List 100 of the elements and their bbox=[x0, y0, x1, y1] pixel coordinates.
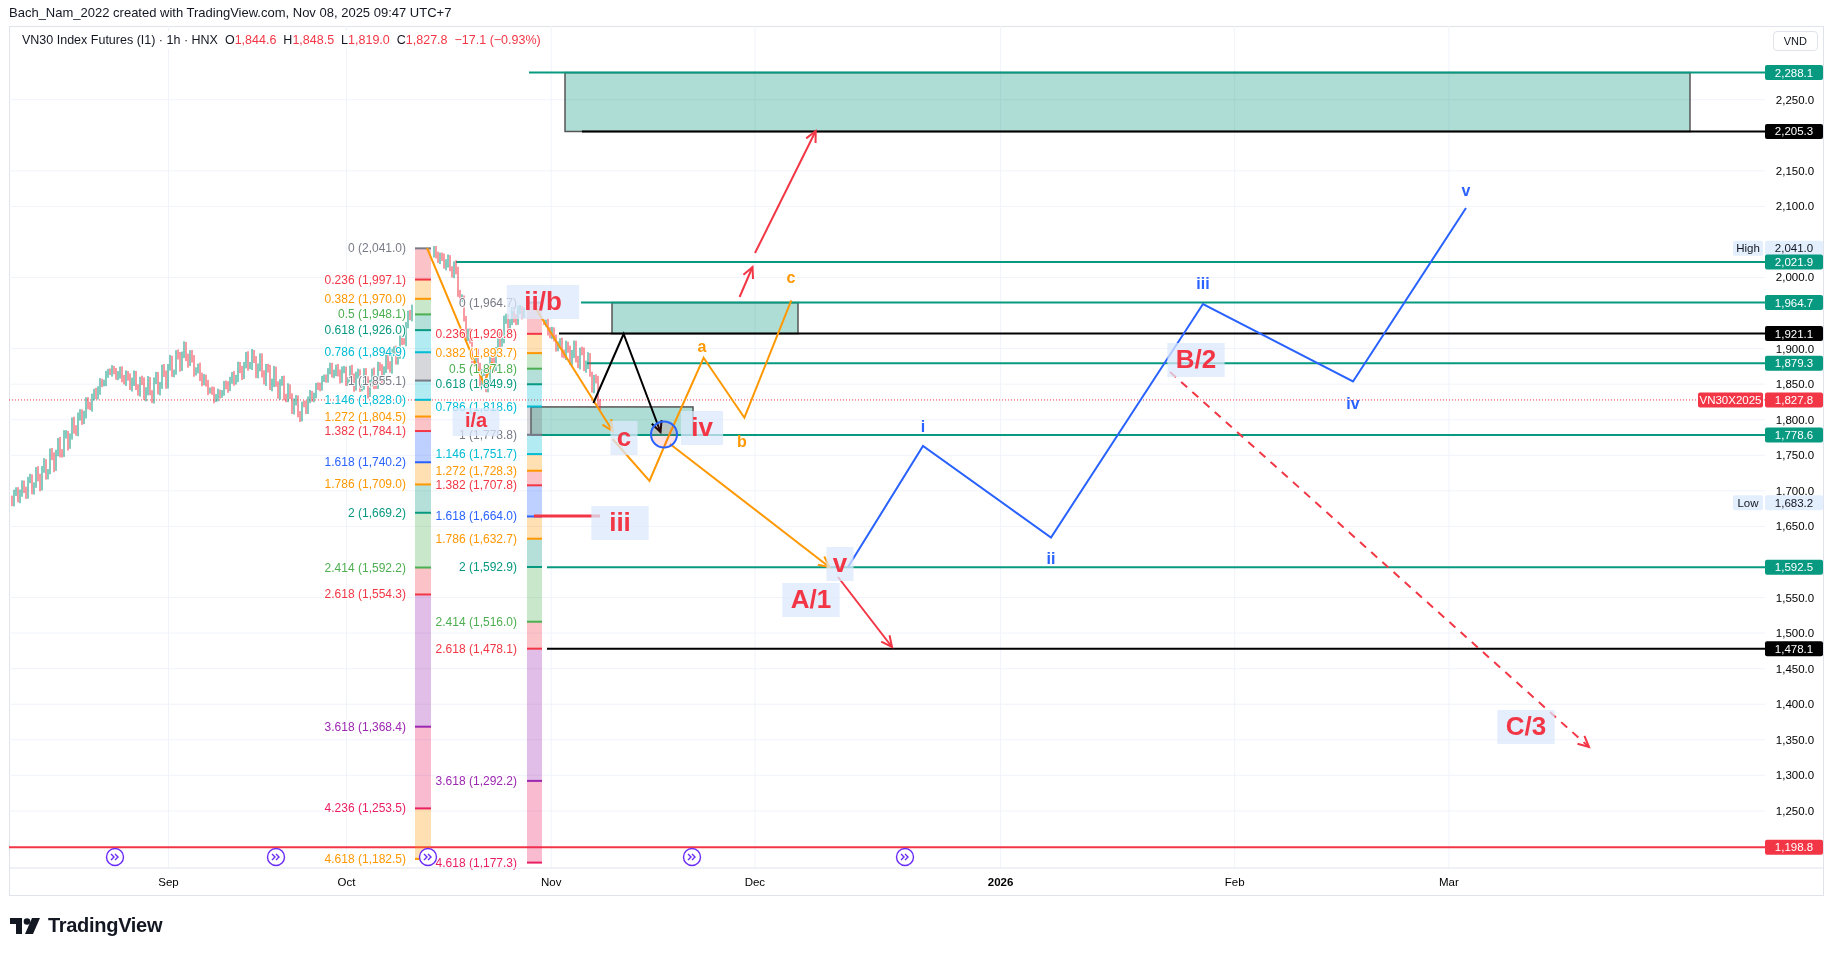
price-label: 1,478.1 bbox=[1765, 641, 1823, 657]
fib-level-label: 1.618 (1,740.2) bbox=[324, 455, 406, 470]
fib-level-label: 2.414 (1,516.0) bbox=[435, 614, 517, 629]
symbol-title[interactable]: VN30 Index Futures (I1) · 1h · HNX bbox=[22, 33, 218, 47]
logo-icon bbox=[10, 917, 42, 934]
event-marker-icon[interactable] bbox=[682, 847, 702, 867]
fib-level-label: 1.618 (1,664.0) bbox=[435, 509, 517, 524]
price-axis-label: 1,500.0 bbox=[1775, 627, 1815, 640]
fib-level-label: 2 (1,669.2) bbox=[347, 505, 406, 520]
fib-level-label: 1.786 (1,632.7) bbox=[435, 531, 517, 546]
wave-label[interactable]: ii/b bbox=[524, 286, 562, 316]
price-change: −17.1 (−0.93%) bbox=[454, 33, 541, 47]
event-marker-icon[interactable] bbox=[266, 847, 286, 867]
ohlc-value: O1,844.6 bbox=[224, 33, 277, 47]
price-label: 1,683.2 bbox=[1765, 495, 1823, 511]
price-axis-label: 2,100.0 bbox=[1775, 200, 1815, 213]
level-line[interactable] bbox=[546, 647, 1766, 650]
wave-label[interactable]: A/1 bbox=[790, 584, 832, 614]
fibonacci-bar-drawing[interactable] bbox=[414, 247, 432, 860]
level-line[interactable] bbox=[558, 332, 1766, 335]
fib-level-label: 0.382 (1,970.0) bbox=[324, 291, 406, 306]
fib-level-label: 4.618 (1,177.3) bbox=[435, 855, 517, 870]
fib-level-label: 0.618 (1,849.9) bbox=[435, 377, 517, 392]
time-axis-label: Feb bbox=[1224, 876, 1245, 888]
ohlc-value: C1,827.8 bbox=[396, 33, 448, 47]
time-axis-label: 2026 bbox=[987, 876, 1014, 888]
target-circle[interactable] bbox=[650, 420, 678, 449]
fib-level-label: 1.272 (1,804.5) bbox=[324, 409, 406, 424]
price-axis-label: 2,250.0 bbox=[1775, 93, 1815, 106]
fib-level-label: 2.618 (1,554.3) bbox=[324, 587, 406, 602]
price-axis-label: 1,550.0 bbox=[1775, 591, 1815, 604]
fib-level-label: 0.618 (1,926.0) bbox=[324, 323, 406, 338]
wave-label[interactable]: a bbox=[697, 338, 707, 355]
price-label: 1,778.6 bbox=[1765, 427, 1823, 443]
price-label: 1,592.5 bbox=[1765, 559, 1823, 575]
fib-level-label: 0 (2,041.0) bbox=[347, 241, 406, 256]
label-background bbox=[610, 421, 638, 455]
price-axis-label: 1,450.0 bbox=[1775, 662, 1815, 675]
price-label: 1,827.8 bbox=[1765, 392, 1823, 408]
price-axis-label: 1,400.0 bbox=[1775, 698, 1815, 711]
label-background bbox=[680, 411, 724, 445]
wave-label[interactable]: C/3 bbox=[1505, 711, 1547, 741]
price-axis-label: 1,350.0 bbox=[1775, 733, 1815, 746]
price-axis-label: 1,650.0 bbox=[1775, 520, 1815, 533]
price-label: 2,021.9 bbox=[1765, 254, 1823, 270]
chart-credit: Bach_Nam_2022 created with TradingView.com, Nov 08, 2025 09:47 UTC+7 bbox=[8, 4, 453, 22]
label-background bbox=[1167, 343, 1225, 377]
price-label: 1,879.3 bbox=[1765, 355, 1823, 371]
fib-level-label: 2.618 (1,478.1) bbox=[435, 641, 517, 656]
price-axis-label: 1,900.0 bbox=[1775, 342, 1815, 355]
fib-level-label: 4.618 (1,182.5) bbox=[324, 851, 406, 866]
label-background bbox=[782, 583, 840, 617]
fib-level-label: 0.5 (1,948.1) bbox=[337, 307, 406, 322]
zone-rectangle[interactable] bbox=[611, 301, 799, 335]
fib-level-label: 1.146 (1,751.7) bbox=[435, 447, 517, 462]
extreme-label: High bbox=[1733, 240, 1763, 256]
time-axis-label: Mar bbox=[1439, 876, 1459, 888]
fib-level-label: 1.786 (1,709.0) bbox=[324, 477, 406, 492]
price-label: 1,198.8 bbox=[1765, 839, 1823, 855]
ohlc-value: L1,819.0 bbox=[341, 33, 390, 47]
price-axis-label: 1,850.0 bbox=[1775, 378, 1815, 391]
fib-level-label: 2 (1,592.9) bbox=[458, 560, 517, 575]
fib-level-label: 1.146 (1,828.0) bbox=[324, 392, 406, 407]
price-axis-label: 1,250.0 bbox=[1775, 804, 1815, 817]
event-marker-icon[interactable] bbox=[895, 847, 915, 867]
wave-label[interactable]: iv bbox=[691, 412, 713, 442]
fib-level-label: 0.236 (1,997.1) bbox=[324, 272, 406, 287]
wave-label[interactable]: ii bbox=[1046, 550, 1056, 567]
symbol-label: VN30X2025 bbox=[1698, 392, 1763, 408]
label-background bbox=[1497, 710, 1555, 744]
wave-label[interactable]: v bbox=[832, 548, 848, 578]
label-background bbox=[826, 547, 854, 581]
time-axis-label: Nov bbox=[540, 876, 562, 888]
brand-name: TradingView bbox=[48, 914, 163, 937]
event-marker-icon[interactable] bbox=[105, 847, 125, 867]
fib-level-label: 1 (1,778.8) bbox=[458, 427, 517, 442]
price-axis-label: 1,300.0 bbox=[1775, 769, 1815, 782]
label-background bbox=[591, 506, 649, 540]
fib-level-label: 3.618 (1,368.4) bbox=[324, 719, 406, 734]
wave-label[interactable]: c bbox=[616, 422, 632, 452]
wave-label[interactable]: v bbox=[1461, 182, 1471, 199]
price-label: 2,288.1 bbox=[1765, 65, 1823, 81]
fib-level-label: 1.382 (1,707.8) bbox=[435, 478, 517, 493]
wave-label[interactable]: c bbox=[786, 269, 796, 286]
fib-level-label: 0.786 (1,894.9) bbox=[324, 345, 406, 360]
time-axis-label: Oct bbox=[337, 876, 356, 888]
wave-label[interactable]: B/2 bbox=[1175, 344, 1217, 374]
price-label: 2,205.3 bbox=[1765, 124, 1823, 139]
time-axis-label: Dec bbox=[744, 876, 766, 888]
wave-label[interactable]: iii bbox=[1196, 275, 1210, 292]
wave-label[interactable]: iv bbox=[1346, 395, 1360, 412]
wave-label[interactable]: b bbox=[737, 433, 747, 450]
level-line[interactable] bbox=[581, 130, 1766, 133]
price-label: 1,921.1 bbox=[1765, 326, 1823, 342]
price-label: 1,964.7 bbox=[1765, 295, 1823, 311]
currency-button[interactable]: VND bbox=[1772, 31, 1818, 51]
price-axis-label: 2,150.0 bbox=[1775, 164, 1815, 177]
wave-label[interactable]: i bbox=[920, 418, 926, 435]
price-axis-label: 1,750.0 bbox=[1775, 449, 1815, 462]
wave-label[interactable]: iii bbox=[609, 507, 631, 537]
